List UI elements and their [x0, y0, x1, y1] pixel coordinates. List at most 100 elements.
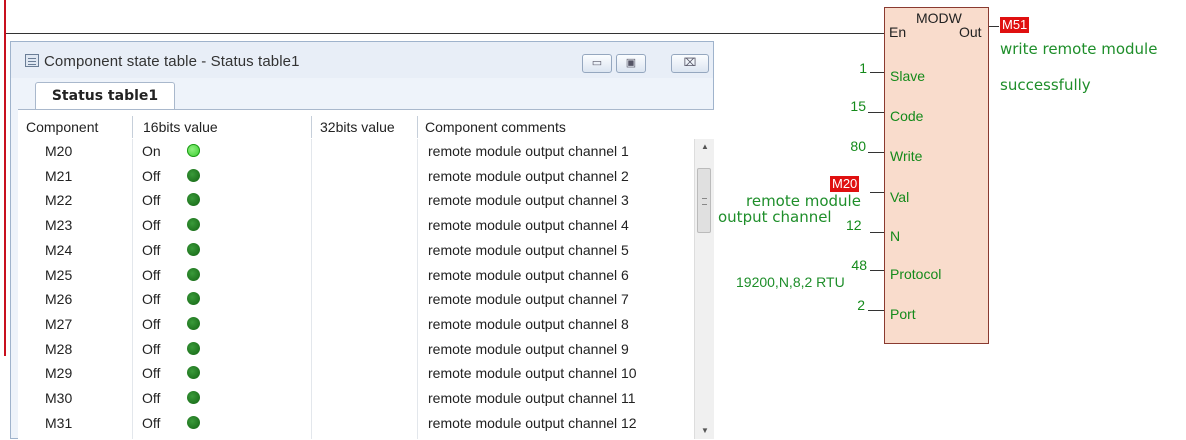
maximize-button[interactable]: ▣ [616, 54, 646, 73]
ladder-power-rail [4, 0, 6, 356]
minimize-button[interactable]: ▭ [582, 54, 612, 73]
table-row[interactable]: M30 Off remote module output channel 11 [18, 388, 690, 410]
component-cell: M30 [45, 390, 73, 406]
status-led-icon [187, 391, 200, 404]
table-row[interactable]: M28 Off remote module output channel 9 [18, 339, 690, 361]
status-led-icon [187, 193, 200, 207]
pin-n-label: N [890, 228, 901, 244]
status-grid: Component 16bits value 32bits value Comp… [18, 109, 714, 440]
table-row[interactable]: M31 Off remote module output channel 12 [18, 413, 690, 435]
n-pin-wire [870, 232, 884, 233]
comment-cell: remote module output channel 11 [428, 390, 636, 406]
value16-cell: Off [142, 217, 161, 234]
protocol-value[interactable]: 48 [830, 257, 867, 273]
vertical-scrollbar[interactable]: ▲ ▼ [694, 139, 714, 439]
window-title: Component state table - Status table1 [44, 53, 300, 70]
table-row[interactable]: M24 Off remote module output channel 5 [18, 240, 690, 262]
component-cell: M20 [45, 143, 73, 159]
comment-cell: remote module output channel 3 [428, 192, 629, 209]
val-tag[interactable]: M20 [830, 176, 860, 192]
out-note-line2: successfully [1000, 76, 1091, 94]
pin-slave-label: Slave [890, 68, 926, 84]
value16-cell: Off [142, 390, 161, 406]
code-pin-wire [868, 112, 884, 113]
table-row[interactable]: M26 Off remote module output channel 7 [18, 289, 690, 311]
value16-cell: Off [142, 340, 161, 357]
component-cell: M27 [45, 315, 73, 332]
protocol-pin-wire [870, 270, 884, 271]
out-pin-wire [989, 26, 999, 27]
scroll-up-arrow-icon[interactable]: ▲ [701, 142, 709, 151]
component-cell: M21 [45, 167, 73, 184]
comment-cell: remote module output channel 10 [428, 365, 637, 382]
table-icon [25, 54, 39, 67]
protocol-note: 19200,N,8,2 RTU [736, 274, 845, 290]
table-row[interactable]: M23 Off remote module output channel 4 [18, 215, 690, 237]
write-value[interactable]: 80 [830, 138, 866, 154]
table-row[interactable]: M25 Off remote module output channel 6 [18, 265, 690, 287]
value16-cell: Off [142, 315, 161, 332]
ladder-wire [6, 33, 886, 34]
comment-cell: remote module output channel 1 [428, 143, 629, 159]
value16-cell: Off [142, 414, 161, 431]
window-titlebar[interactable]: Component state table - Status table1 ▭ … [11, 42, 713, 78]
val-pin-wire [870, 192, 884, 193]
comment-cell: remote module output channel 6 [428, 266, 629, 283]
column-separator [417, 116, 418, 138]
out-note-line1: write remote module [1000, 40, 1158, 58]
component-cell: M25 [45, 266, 73, 283]
code-value[interactable]: 15 [830, 98, 866, 114]
column-header-16bits[interactable]: 16bits value [143, 116, 218, 138]
status-led-icon [187, 366, 200, 380]
table-row[interactable]: M27 Off remote module output channel 8 [18, 314, 690, 336]
status-led-icon [187, 242, 200, 256]
pin-port-label: Port [890, 306, 916, 322]
scrollbar-thumb[interactable] [697, 168, 711, 233]
pin-out-label: Out [959, 24, 982, 40]
comment-cell: remote module output channel 5 [428, 241, 629, 258]
block-name: MODW [916, 10, 962, 26]
component-cell: M26 [45, 291, 73, 308]
port-pin-wire [868, 310, 884, 311]
comment-cell: remote module output channel 12 [428, 414, 637, 431]
status-led-icon [187, 218, 200, 232]
pin-en-label: En [889, 24, 907, 40]
out-tag[interactable]: M51 [1000, 17, 1030, 33]
column-header-component[interactable]: Component [26, 116, 98, 138]
value16-cell: Off [142, 291, 161, 308]
status-led-icon [187, 415, 200, 429]
port-value[interactable]: 2 [830, 297, 865, 313]
value16-cell: Off [142, 266, 161, 283]
slave-value[interactable]: 1 [830, 60, 867, 76]
column-header-comments[interactable]: Component comments [425, 116, 566, 138]
status-led-icon [187, 144, 200, 157]
table-row[interactable]: M20 On remote module output channel 1 [18, 141, 690, 163]
column-separator [132, 116, 133, 138]
n-value[interactable]: 12 [846, 217, 868, 233]
component-cell: M29 [45, 365, 73, 382]
comment-cell: remote module output channel 7 [428, 291, 629, 308]
status-led-icon [187, 341, 200, 355]
value16-cell: Off [142, 192, 161, 209]
value16-cell: Off [142, 167, 161, 184]
modw-function-block[interactable]: MODW En Out Slave Code Write Val N Proto… [884, 7, 989, 344]
component-cell: M31 [45, 414, 73, 431]
component-cell: M23 [45, 217, 73, 234]
comment-cell: remote module output channel 9 [428, 340, 629, 357]
pin-protocol-label: Protocol [890, 266, 942, 282]
n-note: output channel [718, 208, 832, 226]
table-row[interactable]: M29 Off remote module output channel 10 [18, 363, 690, 385]
tab-status-table1[interactable]: Status table1 [35, 82, 175, 109]
status-led-icon [187, 316, 200, 330]
comment-cell: remote module output channel 8 [428, 315, 629, 332]
table-row[interactable]: M22 Off remote module output channel 3 [18, 190, 690, 212]
status-led-icon [187, 292, 200, 306]
table-row[interactable]: M21 Off remote module output channel 2 [18, 166, 690, 188]
pin-code-label: Code [890, 108, 924, 124]
write-pin-wire [868, 152, 884, 153]
close-button[interactable]: ⌧ [671, 54, 709, 73]
scroll-down-arrow-icon[interactable]: ▼ [701, 426, 709, 435]
slave-pin-wire [870, 72, 884, 73]
pin-val-label: Val [890, 189, 910, 205]
column-header-32bits[interactable]: 32bits value [320, 116, 395, 138]
